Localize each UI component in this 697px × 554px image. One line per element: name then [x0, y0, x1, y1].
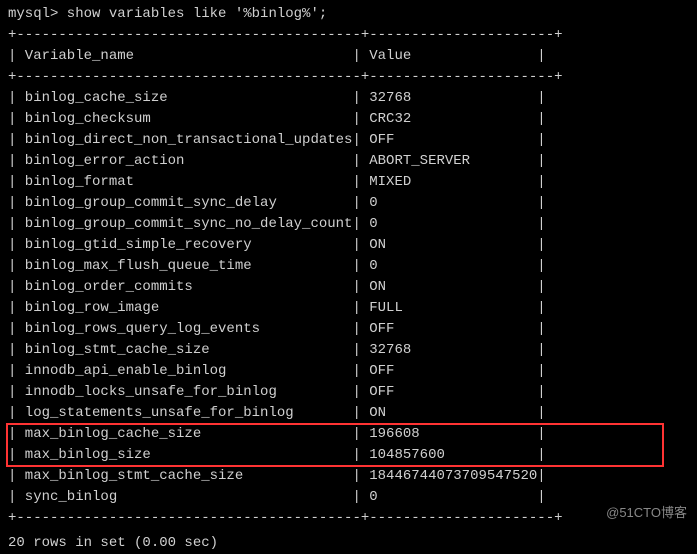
- table-row: | binlog_stmt_cache_size | 32768 |: [8, 340, 689, 361]
- table-row: | binlog_rows_query_log_events | OFF |: [8, 319, 689, 340]
- mysql-terminal: mysql> show variables like '%binlog%';+-…: [8, 4, 689, 554]
- table-row: | sync_binlog | 0 |: [8, 487, 689, 508]
- table-row: | max_binlog_size | 104857600 |: [8, 445, 689, 466]
- table-row: | log_statements_unsafe_for_binlog | ON …: [8, 403, 689, 424]
- table-row: | binlog_group_commit_sync_no_delay_coun…: [8, 214, 689, 235]
- table-border: +---------------------------------------…: [8, 67, 689, 88]
- table-border: +---------------------------------------…: [8, 25, 689, 46]
- table-row: | max_binlog_cache_size | 196608 |: [8, 424, 689, 445]
- table-row: | binlog_format | MIXED |: [8, 172, 689, 193]
- table-row: | binlog_cache_size | 32768 |: [8, 88, 689, 109]
- table-row: | innodb_locks_unsafe_for_binlog | OFF |: [8, 382, 689, 403]
- table-row: | max_binlog_stmt_cache_size | 184467440…: [8, 466, 689, 487]
- table-row: | innodb_api_enable_binlog | OFF |: [8, 361, 689, 382]
- table-row: | binlog_error_action | ABORT_SERVER |: [8, 151, 689, 172]
- watermark: @51CTO博客: [606, 503, 687, 523]
- table-header: | Variable_name | Value |: [8, 46, 689, 67]
- table-row: | binlog_max_flush_queue_time | 0 |: [8, 256, 689, 277]
- table-row: | binlog_row_image | FULL |: [8, 298, 689, 319]
- table-row: | binlog_checksum | CRC32 |: [8, 109, 689, 130]
- sql-prompt: mysql> show variables like '%binlog%';: [8, 4, 689, 25]
- result-summary: 20 rows in set (0.00 sec): [8, 533, 689, 554]
- table-row: | binlog_group_commit_sync_delay | 0 |: [8, 193, 689, 214]
- table-row: | binlog_gtid_simple_recovery | ON |: [8, 235, 689, 256]
- table-row: | binlog_direct_non_transactional_update…: [8, 130, 689, 151]
- table-border: +---------------------------------------…: [8, 508, 689, 529]
- table-row: | binlog_order_commits | ON |: [8, 277, 689, 298]
